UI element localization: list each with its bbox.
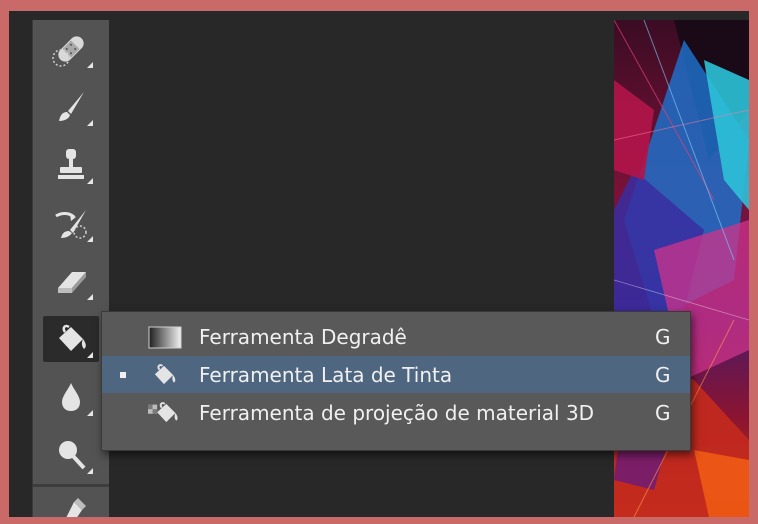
pen-tool[interactable] [43, 490, 99, 517]
photoshop-window: Ferramenta Degradê G Ferramenta Lata de … [9, 11, 749, 517]
gradient-icon [142, 321, 186, 353]
history-brush-icon [55, 210, 87, 239]
selected-indicator [120, 371, 126, 378]
submenu-indicator [87, 352, 93, 358]
brush-tool[interactable] [43, 84, 99, 130]
eraser-tool[interactable] [43, 258, 99, 304]
blur-tool[interactable] [43, 374, 99, 420]
menu-item-gradient-tool[interactable]: Ferramenta Degradê G [102, 318, 690, 355]
menu-item-shortcut: G [655, 362, 671, 387]
paint-bucket-icon [59, 324, 86, 351]
submenu-indicator [87, 120, 93, 126]
paint-bucket-icon [142, 359, 186, 391]
menu-item-label: Ferramenta Lata de Tinta [199, 362, 453, 387]
tools-panel [32, 20, 110, 517]
tool-flyout-menu: Ferramenta Degradê G Ferramenta Lata de … [101, 311, 691, 451]
menu-item-paint-bucket-tool[interactable]: Ferramenta Lata de Tinta G [102, 356, 690, 393]
submenu-indicator [87, 178, 93, 184]
brush-icon [59, 92, 84, 121]
clone-stamp-tool[interactable] [43, 142, 99, 188]
submenu-indicator [87, 62, 93, 68]
submenu-indicator [87, 236, 93, 242]
submenu-indicator [87, 410, 93, 416]
history-brush-tool[interactable] [43, 200, 99, 246]
menu-item-shortcut: G [655, 324, 671, 349]
menu-item-label: Ferramenta Degradê [199, 324, 407, 349]
drop-icon [62, 383, 80, 411]
healing-brush-tool[interactable] [43, 26, 99, 72]
dodge-tool[interactable] [43, 432, 99, 478]
toolbar-separator [33, 484, 109, 487]
stamp-icon [58, 149, 84, 179]
submenu-indicator [87, 468, 93, 474]
3d-material-drop-icon [142, 397, 186, 429]
dodge-icon [59, 441, 86, 470]
menu-item-label: Ferramenta de projeção de material 3D [199, 400, 595, 425]
pen-icon [66, 498, 86, 517]
submenu-indicator [87, 294, 93, 300]
paint-bucket-tool[interactable] [43, 316, 99, 362]
menu-item-3d-material-drop-tool[interactable]: Ferramenta de projeção de material 3D G [102, 394, 690, 431]
menu-item-shortcut: G [655, 400, 671, 425]
bandage-icon [52, 36, 84, 67]
eraser-icon [58, 272, 86, 293]
